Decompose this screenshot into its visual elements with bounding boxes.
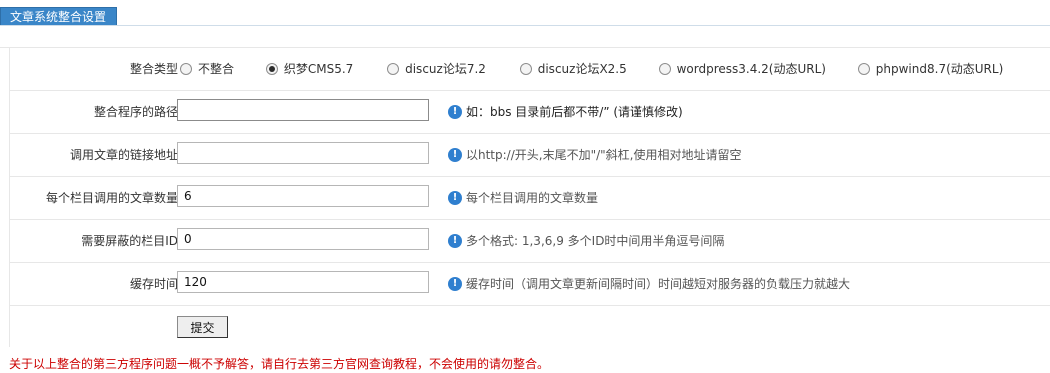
radio-button[interactable] <box>519 62 532 75</box>
radio-label: 织梦CMS5.7 <box>283 62 354 76</box>
radio-label: wordpress3.4.2(动态URL) <box>676 62 826 76</box>
title-divider <box>0 25 1050 26</box>
radio-option-discuz72[interactable]: discuz论坛7.2 <box>387 48 486 90</box>
radio-option-phpwind[interactable]: phpwind8.7(动态URL) <box>857 48 1004 90</box>
radio-button[interactable] <box>387 62 400 75</box>
radio-option-wordpress[interactable]: wordpress3.4.2(动态URL) <box>658 48 826 90</box>
row-submit: 提交 <box>10 306 1050 348</box>
integration-notice: 关于以上整合的第三方程序问题一概不予解答，请自行去第三方官网查询教程，不会使用的… <box>9 357 550 371</box>
radio-button[interactable] <box>180 62 192 75</box>
program-path-hint-text: 如：bbs 目录前后都不带/” (请谨慎修改) <box>466 105 683 119</box>
articles-per-column-input[interactable] <box>177 185 429 207</box>
articles-per-column-label: 每个栏目调用的文章数量 <box>45 191 178 205</box>
radio-label: 不整合 <box>198 62 235 76</box>
info-icon: ! <box>448 233 462 248</box>
blocked-column-ids-hint: ! 多个格式: 1,3,6,9 多个ID时中间用半角逗号间隔 <box>448 220 724 262</box>
radio-label: discuz论坛7.2 <box>405 62 486 76</box>
radio-label: phpwind8.7(动态URL) <box>875 62 1004 76</box>
page-title: 文章系统整合设置 <box>0 7 118 26</box>
settings-page: 文章系统整合设置 整合类型 不整合 织梦CMS5.7 discuz论坛7.2 d… <box>0 0 1050 373</box>
row-blocked-column-ids: 需要屏蔽的栏目ID ! 多个格式: 1,3,6,9 多个ID时中间用半角逗号间隔 <box>10 220 1050 263</box>
blocked-column-ids-input[interactable] <box>177 228 429 250</box>
radio-option-dedecms[interactable]: 织梦CMS5.7 <box>265 48 354 90</box>
articles-per-column-hint-text: 每个栏目调用的文章数量 <box>466 191 599 205</box>
submit-button[interactable]: 提交 <box>177 316 228 338</box>
radio-option-none[interactable]: 不整合 <box>180 48 234 90</box>
program-path-input[interactable] <box>177 99 429 121</box>
integration-type-label: 整合类型 <box>129 62 178 76</box>
program-path-label: 整合程序的路径 <box>93 105 178 119</box>
row-program-path: 整合程序的路径 ! 如：bbs 目录前后都不带/” (请谨慎修改) <box>10 91 1050 134</box>
radio-option-discuzx25[interactable]: discuz论坛X2.5 <box>519 48 627 90</box>
cache-time-hint-text: 缓存时间（调用文章更新间隔时间）时间越短对服务器的负载压力就越大 <box>466 277 851 291</box>
blocked-column-ids-label: 需要屏蔽的栏目ID <box>81 234 178 248</box>
info-icon: ! <box>448 147 462 162</box>
row-cache-time: 缓存时间 ! 缓存时间（调用文章更新间隔时间）时间越短对服务器的负载压力就越大 <box>10 263 1050 306</box>
link-url-hint-text: 以http://开头,末尾不加"/"斜杠,使用相对地址请留空 <box>466 148 742 162</box>
link-url-label: 调用文章的链接地址 <box>69 148 178 162</box>
row-articles-per-column: 每个栏目调用的文章数量 ! 每个栏目调用的文章数量 <box>10 177 1050 220</box>
row-integration-type: 整合类型 不整合 织梦CMS5.7 discuz论坛7.2 discuz论坛X2… <box>10 48 1050 91</box>
articles-per-column-hint: ! 每个栏目调用的文章数量 <box>448 177 598 219</box>
integration-type-radio-group: 不整合 织梦CMS5.7 discuz论坛7.2 discuz论坛X2.5 wo… <box>180 48 1003 90</box>
info-icon: ! <box>448 190 462 205</box>
cache-time-hint: ! 缓存时间（调用文章更新间隔时间）时间越短对服务器的负载压力就越大 <box>448 263 850 305</box>
link-url-hint: ! 以http://开头,末尾不加"/"斜杠,使用相对地址请留空 <box>448 134 741 176</box>
radio-button[interactable] <box>658 62 671 75</box>
radio-button[interactable] <box>857 62 870 75</box>
program-path-hint: ! 如：bbs 目录前后都不带/” (请谨慎修改) <box>448 91 683 133</box>
info-icon: ! <box>448 104 462 119</box>
cache-time-label: 缓存时间 <box>129 277 178 291</box>
link-url-input[interactable] <box>177 142 429 164</box>
radio-label: discuz论坛X2.5 <box>537 62 627 76</box>
info-icon: ! <box>448 276 462 291</box>
row-link-url: 调用文章的链接地址 ! 以http://开头,末尾不加"/"斜杠,使用相对地址请留… <box>10 134 1050 177</box>
radio-button-checked[interactable] <box>265 62 278 75</box>
blocked-column-ids-hint-text: 多个格式: 1,3,6,9 多个ID时中间用半角逗号间隔 <box>466 234 725 248</box>
cache-time-input[interactable] <box>177 271 429 293</box>
settings-form: 整合类型 不整合 织梦CMS5.7 discuz论坛7.2 discuz论坛X2… <box>0 47 1050 348</box>
